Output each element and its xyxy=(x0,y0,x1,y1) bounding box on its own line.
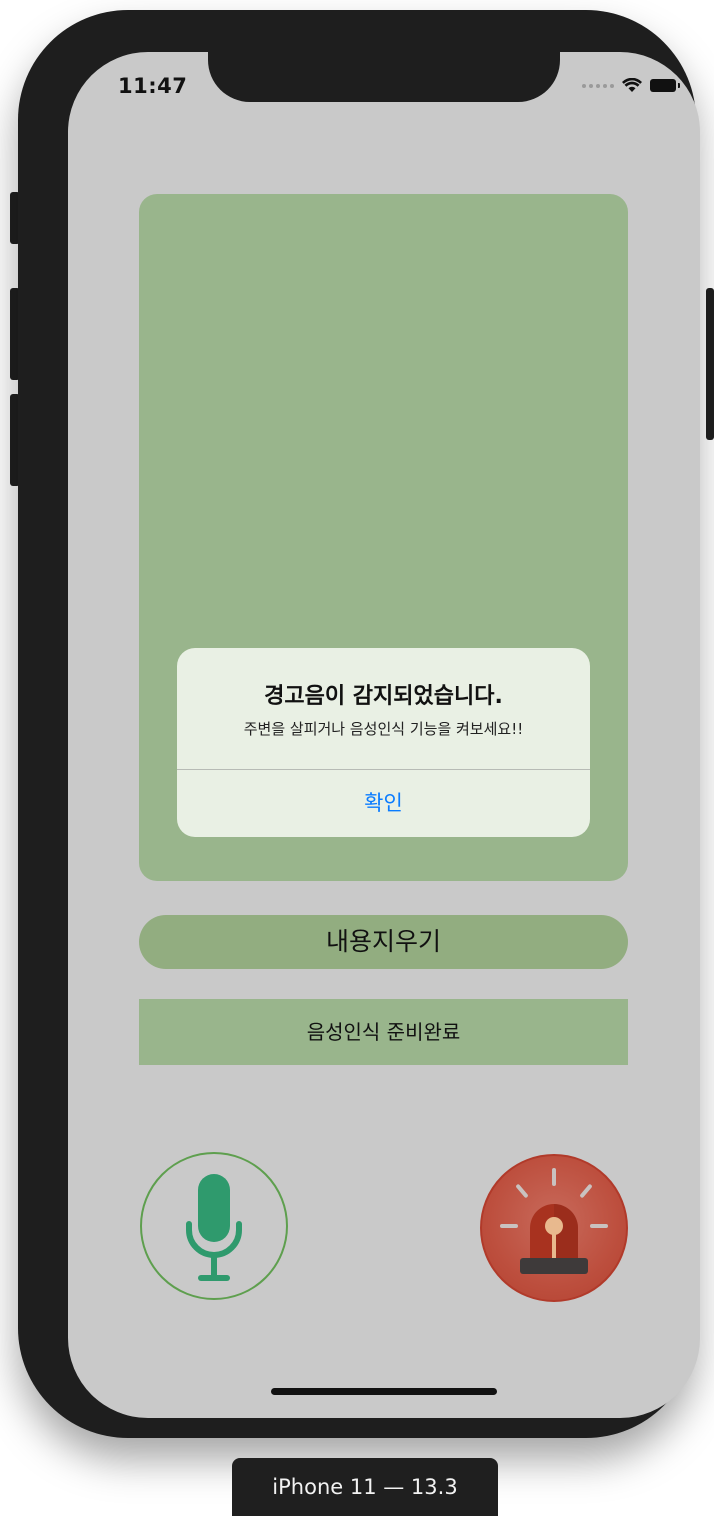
home-indicator xyxy=(271,1388,497,1395)
alert-title: 경고음이 감지되었습니다. xyxy=(264,684,503,709)
app-screen: 11:47 경고음이 감지되었습니다. 주변을 살피거나 음성인식 기능을 켜보… xyxy=(68,52,700,1418)
alert-confirm-button[interactable]: 확인 xyxy=(177,770,590,837)
battery-icon xyxy=(650,79,680,92)
warning-alert: 경고음이 감지되었습니다. 주변을 살피거나 음성인식 기능을 켜보세요!! 확… xyxy=(177,648,590,837)
device-frame: 11:47 경고음이 감지되었습니다. 주변을 살피거나 음성인식 기능을 켜보… xyxy=(18,10,700,1438)
notch xyxy=(208,52,560,102)
status-time: 11:47 xyxy=(118,74,188,98)
siren-button[interactable] xyxy=(480,1154,628,1302)
microphone-button[interactable] xyxy=(140,1152,288,1300)
power-button xyxy=(706,288,714,440)
alert-message: 주변을 살피거나 음성인식 기능을 켜보세요!! xyxy=(243,720,524,738)
microphone-icon xyxy=(186,1174,242,1281)
signal-dots-icon xyxy=(582,83,614,88)
siren-icon xyxy=(500,1168,608,1274)
speech-status-label: 음성인식 준비완료 xyxy=(139,999,628,1065)
wifi-icon xyxy=(622,78,642,92)
clear-content-button[interactable]: 내용지우기 xyxy=(139,915,628,969)
device-label: iPhone 11 — 13.3 xyxy=(232,1458,498,1516)
status-icons xyxy=(582,78,680,93)
simulator-stage: 11:47 경고음이 감지되었습니다. 주변을 살피거나 음성인식 기능을 켜보… xyxy=(0,0,714,1516)
